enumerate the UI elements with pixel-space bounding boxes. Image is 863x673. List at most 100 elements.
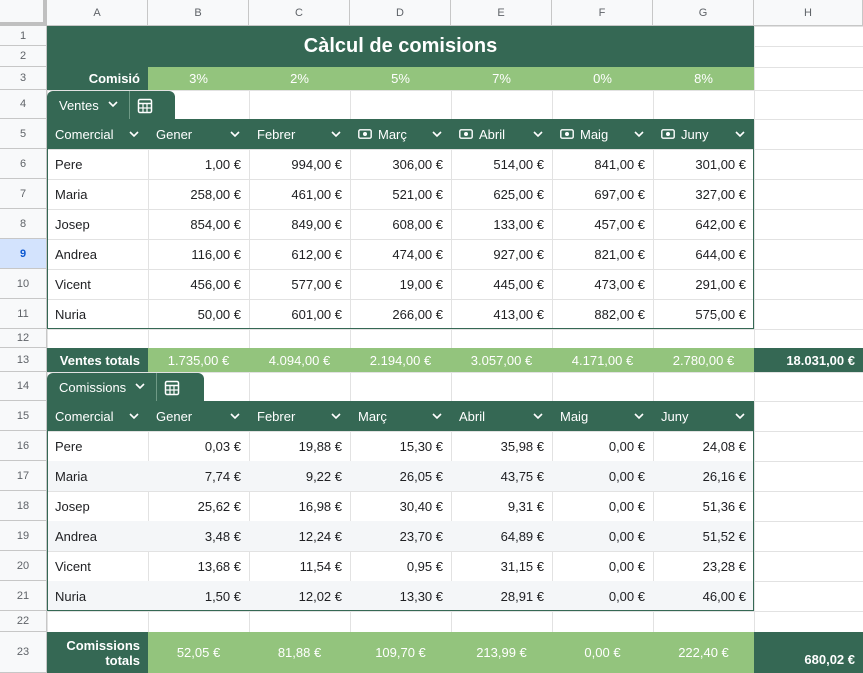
sales-column-header[interactable]: Maig	[552, 119, 653, 149]
commissions-column-header[interactable]: Maig	[552, 401, 653, 431]
commissions-value-cell[interactable]: 12,24 €	[249, 521, 350, 551]
commissions-value-cell[interactable]: 31,15 €	[451, 551, 552, 581]
sales-table-name[interactable]: Ventes	[47, 91, 129, 120]
spreadsheet-grid[interactable]: A B C D E F G H 1 2 3 4 5 6 7 8 9 10 11 12 13 14 15 16 17 18 19 20 2…	[0, 0, 863, 673]
chevron-down-icon[interactable]	[734, 128, 746, 140]
commissions-value-cell[interactable]: 43,75 €	[451, 461, 552, 491]
column-header-h[interactable]: H	[754, 0, 863, 26]
commissions-value-cell[interactable]: 64,89 €	[451, 521, 552, 551]
commissions-value-cell[interactable]: 46,00 €	[653, 581, 754, 611]
row-header-5[interactable]: 5	[0, 119, 47, 149]
column-header-d[interactable]: D	[350, 0, 451, 26]
sales-value-cell[interactable]: 882,00 €	[552, 299, 653, 329]
chevron-down-icon[interactable]	[134, 380, 146, 395]
commissions-value-cell[interactable]: 28,91 €	[451, 581, 552, 611]
sales-salesperson-cell[interactable]: Andrea	[47, 239, 148, 269]
row-header-16[interactable]: 16	[0, 431, 47, 461]
commissions-salesperson-cell[interactable]: Maria	[47, 461, 148, 491]
commission-rate-cell[interactable]: 0%	[552, 67, 653, 90]
row-header-10[interactable]: 10	[0, 269, 47, 299]
chevron-down-icon[interactable]	[229, 128, 241, 140]
sales-value-cell[interactable]: 642,00 €	[653, 209, 754, 239]
sales-value-cell[interactable]: 927,00 €	[451, 239, 552, 269]
row-header-20[interactable]: 20	[0, 551, 47, 581]
sales-value-cell[interactable]: 841,00 €	[552, 149, 653, 179]
sales-value-cell[interactable]: 116,00 €	[148, 239, 249, 269]
commissions-value-cell[interactable]: 0,00 €	[552, 551, 653, 581]
sales-total-cell[interactable]: 2.194,00 €	[350, 348, 451, 372]
commissions-value-cell[interactable]: 0,03 €	[148, 431, 249, 461]
commissions-value-cell[interactable]: 26,05 €	[350, 461, 451, 491]
sales-value-cell[interactable]: 821,00 €	[552, 239, 653, 269]
commissions-column-header[interactable]: Gener	[148, 401, 249, 431]
row-header-21[interactable]: 21	[0, 581, 47, 611]
row-header-4[interactable]: 4	[0, 90, 47, 119]
sales-column-header[interactable]: Març	[350, 119, 451, 149]
sales-value-cell[interactable]: 456,00 €	[148, 269, 249, 299]
sales-table-tab[interactable]: Ventes	[47, 91, 175, 120]
sales-value-cell[interactable]: 697,00 €	[552, 179, 653, 209]
commissions-value-cell[interactable]: 23,70 €	[350, 521, 451, 551]
commissions-salesperson-cell[interactable]: Josep	[47, 491, 148, 521]
sales-total-cell[interactable]: 2.780,00 €	[653, 348, 754, 372]
sales-value-cell[interactable]: 19,00 €	[350, 269, 451, 299]
commissions-value-cell[interactable]: 30,40 €	[350, 491, 451, 521]
sales-column-header[interactable]: Comercial	[47, 119, 148, 149]
row-header-23[interactable]: 23	[0, 632, 47, 673]
sales-value-cell[interactable]: 514,00 €	[451, 149, 552, 179]
commissions-column-header[interactable]: Juny	[653, 401, 754, 431]
commissions-value-cell[interactable]: 23,28 €	[653, 551, 754, 581]
commissions-value-cell[interactable]: 1,50 €	[148, 581, 249, 611]
commissions-value-cell[interactable]: 12,02 €	[249, 581, 350, 611]
chevron-down-icon[interactable]	[229, 410, 241, 422]
sales-total-cell[interactable]: 3.057,00 €	[451, 348, 552, 372]
sales-total-cell[interactable]: 4.094,00 €	[249, 348, 350, 372]
sales-value-cell[interactable]: 644,00 €	[653, 239, 754, 269]
chevron-down-icon[interactable]	[107, 98, 119, 113]
sales-salesperson-cell[interactable]: Maria	[47, 179, 148, 209]
sales-salesperson-cell[interactable]: Pere	[47, 149, 148, 179]
commissions-salesperson-cell[interactable]: Vicent	[47, 551, 148, 581]
chevron-down-icon[interactable]	[128, 128, 140, 140]
row-header-13[interactable]: 13	[0, 348, 47, 372]
sales-value-cell[interactable]: 521,00 €	[350, 179, 451, 209]
sales-value-cell[interactable]: 854,00 €	[148, 209, 249, 239]
row-header-6[interactable]: 6	[0, 149, 47, 179]
sales-value-cell[interactable]: 266,00 €	[350, 299, 451, 329]
column-header-g[interactable]: G	[653, 0, 754, 26]
row-header-22[interactable]: 22	[0, 611, 47, 632]
commissions-value-cell[interactable]: 16,98 €	[249, 491, 350, 521]
column-header-a[interactable]: A	[47, 0, 148, 26]
sales-value-cell[interactable]: 445,00 €	[451, 269, 552, 299]
commissions-salesperson-cell[interactable]: Nuria	[47, 581, 148, 611]
row-header-3[interactable]: 3	[0, 67, 47, 90]
calculator-icon[interactable]	[157, 373, 187, 402]
sales-value-cell[interactable]: 133,00 €	[451, 209, 552, 239]
sales-value-cell[interactable]: 612,00 €	[249, 239, 350, 269]
chevron-down-icon[interactable]	[532, 128, 544, 140]
chevron-down-icon[interactable]	[633, 128, 645, 140]
sales-value-cell[interactable]: 457,00 €	[552, 209, 653, 239]
commission-rate-cell[interactable]: 7%	[451, 67, 552, 90]
sales-total-cell[interactable]: 1.735,00 €	[148, 348, 249, 372]
row-header-8[interactable]: 8	[0, 209, 47, 239]
sales-value-cell[interactable]: 473,00 €	[552, 269, 653, 299]
commission-total-cell[interactable]: 52,05 €	[148, 632, 249, 673]
commissions-value-cell[interactable]: 9,22 €	[249, 461, 350, 491]
row-header-7[interactable]: 7	[0, 179, 47, 209]
commission-rate-cell[interactable]: 2%	[249, 67, 350, 90]
sales-value-cell[interactable]: 461,00 €	[249, 179, 350, 209]
commissions-value-cell[interactable]: 13,68 €	[148, 551, 249, 581]
sales-value-cell[interactable]: 608,00 €	[350, 209, 451, 239]
row-header-11[interactable]: 11	[0, 299, 47, 329]
commissions-value-cell[interactable]: 25,62 €	[148, 491, 249, 521]
row-header-1[interactable]: 1	[0, 26, 47, 46]
sales-column-header[interactable]: Gener	[148, 119, 249, 149]
sales-salesperson-cell[interactable]: Vicent	[47, 269, 148, 299]
sales-value-cell[interactable]: 601,00 €	[249, 299, 350, 329]
column-header-f[interactable]: F	[552, 0, 653, 26]
commission-rate-cell[interactable]: 8%	[653, 67, 754, 90]
commission-total-cell[interactable]: 213,99 €	[451, 632, 552, 673]
commissions-value-cell[interactable]: 15,30 €	[350, 431, 451, 461]
column-header-b[interactable]: B	[148, 0, 249, 26]
